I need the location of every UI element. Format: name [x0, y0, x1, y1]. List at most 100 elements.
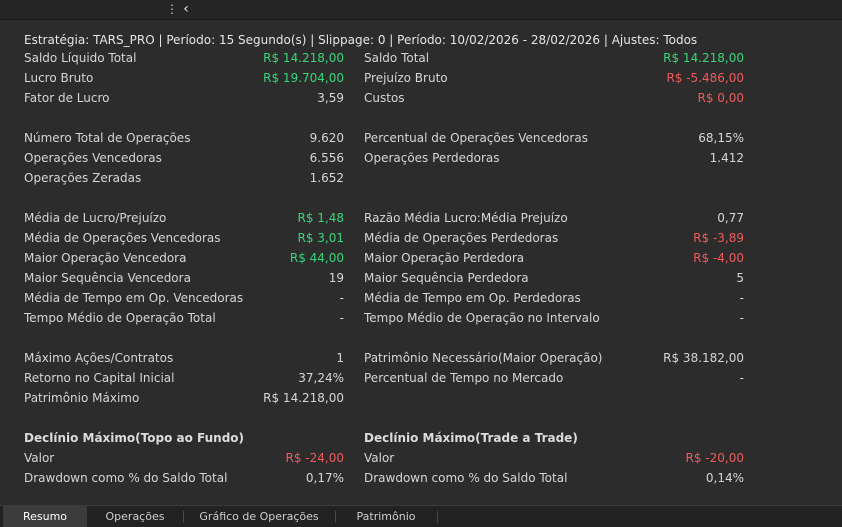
stat-value: 19: [328, 271, 344, 285]
stat-label: Operações Vencedoras: [24, 151, 162, 165]
stat-label: Drawdown como % do Saldo Total: [364, 471, 568, 485]
tab-patrimonio[interactable]: Patrimônio: [336, 506, 436, 527]
stat-value: R$ 0,00: [697, 91, 744, 105]
stat-value: -: [739, 311, 744, 325]
stat-row: Maior Sequência Vencedora 19: [24, 268, 344, 288]
stat-label: Custos: [364, 91, 405, 105]
stat-row: Maior Operação Vencedora R$ 44,00: [24, 248, 344, 268]
drawdown-trade-title: Declínio Máximo(Trade a Trade): [364, 431, 578, 445]
stat-value: 1.412: [709, 151, 744, 165]
stat-label: Percentual de Tempo no Mercado: [364, 371, 564, 385]
stat-row: Tempo Médio de Operação no Intervalo -: [364, 308, 744, 328]
stat-value: 0,14%: [705, 471, 744, 485]
stat-value: R$ 19.704,00: [263, 71, 344, 85]
stat-label: Valor: [24, 451, 55, 465]
stat-row: Drawdown como % do Saldo Total 0,14%: [364, 468, 744, 488]
stat-row: Drawdown como % do Saldo Total 0,17%: [24, 468, 344, 488]
stat-label: Média de Tempo em Op. Perdedoras: [364, 291, 581, 305]
stat-label: Valor: [364, 451, 395, 465]
stat-row: Custos R$ 0,00: [364, 88, 744, 108]
stat-row: Maior Operação Perdedora R$ -4,00: [364, 248, 744, 268]
stat-row: Lucro Bruto R$ 19.704,00: [24, 68, 344, 88]
stat-value: R$ 14.218,00: [263, 51, 344, 65]
stat-label: Média de Lucro/Prejuízo: [24, 211, 167, 225]
summary-panel: Estratégia: TARS_PRO | Período: 15 Segun…: [0, 19, 842, 505]
tab-grafico-de-operacoes[interactable]: Gráfico de Operações: [184, 506, 334, 527]
stat-label: Operações Perdedoras: [364, 151, 500, 165]
stat-row: Média de Tempo em Op. Perdedoras -: [364, 288, 744, 308]
stat-row: Média de Tempo em Op. Vencedoras -: [24, 288, 344, 308]
stat-value: 9.620: [309, 131, 344, 145]
stat-value: R$ -3,89: [693, 231, 744, 245]
stat-label: Prejuízo Bruto: [364, 71, 448, 85]
stat-label: Patrimônio Máximo: [24, 391, 140, 405]
stat-row: Tempo Médio de Operação Total -: [24, 308, 344, 328]
tab-resumo[interactable]: Resumo: [3, 506, 87, 527]
stat-label: Saldo Líquido Total: [24, 51, 137, 65]
stat-row: Valor R$ -24,00: [24, 448, 344, 468]
top-toolbar: ⋮ ‹: [0, 0, 842, 20]
stat-value: R$ 44,00: [289, 251, 344, 265]
stat-value: -: [739, 291, 744, 305]
stat-row: Média de Operações Vencedoras R$ 3,01: [24, 228, 344, 248]
strategy-header: Estratégia: TARS_PRO | Período: 15 Segun…: [24, 33, 698, 47]
stat-value: R$ -5.486,00: [666, 71, 744, 85]
stat-label: Média de Operações Perdedoras: [364, 231, 559, 245]
stat-value: R$ 14.218,00: [263, 391, 344, 405]
stat-row: Maior Sequência Perdedora 5: [364, 268, 744, 288]
stat-label: Saldo Total: [364, 51, 430, 65]
stat-value: R$ 1,48: [297, 211, 344, 225]
bottom-tab-bar: Resumo Operações Gráfico de Operações Pa…: [0, 505, 842, 527]
stat-value: R$ 14.218,00: [663, 51, 744, 65]
tab-operacoes[interactable]: Operações: [88, 506, 182, 527]
stat-label: Drawdown como % do Saldo Total: [24, 471, 228, 485]
stat-row: Fator de Lucro 3,59: [24, 88, 344, 108]
stat-label: Média de Operações Vencedoras: [24, 231, 221, 245]
stat-label: Razão Média Lucro:Média Prejuízo: [364, 211, 568, 225]
stat-value: 0,17%: [305, 471, 344, 485]
stat-label: Maior Sequência Perdedora: [364, 271, 529, 285]
drawdown-peak-title: Declínio Máximo(Topo ao Fundo): [24, 431, 245, 445]
stat-row: Razão Média Lucro:Média Prejuízo 0,77: [364, 208, 744, 228]
stat-value: R$ -4,00: [693, 251, 744, 265]
stat-label: Máximo Ações/Contratos: [24, 351, 174, 365]
stat-value: R$ 38.182,00: [663, 351, 744, 365]
stat-row: Média de Operações Perdedoras R$ -3,89: [364, 228, 744, 248]
stat-value: R$ -24,00: [285, 451, 344, 465]
stat-row: Valor R$ -20,00: [364, 448, 744, 468]
stat-row: Número Total de Operações 9.620: [24, 128, 344, 148]
stat-label: Maior Operação Perdedora: [364, 251, 525, 265]
stat-label: Retorno no Capital Inicial: [24, 371, 175, 385]
stat-row: Percentual de Tempo no Mercado -: [364, 368, 744, 388]
stat-row: Prejuízo Bruto R$ -5.486,00: [364, 68, 744, 88]
stat-label: Tempo Médio de Operação Total: [24, 311, 216, 325]
stat-label: Tempo Médio de Operação no Intervalo: [364, 311, 600, 325]
stat-row: Máximo Ações/Contratos 1: [24, 348, 344, 368]
stat-value: R$ 3,01: [297, 231, 344, 245]
more-options-icon[interactable]: ⋮: [166, 2, 178, 16]
stat-value: 1: [336, 351, 344, 365]
stat-value: 3,59: [317, 91, 344, 105]
stat-value: -: [339, 311, 344, 325]
stat-value: -: [739, 371, 744, 385]
stat-label: Média de Tempo em Op. Vencedoras: [24, 291, 244, 305]
stat-row: Operações Perdedoras 1.412: [364, 148, 744, 168]
chevron-left-icon[interactable]: ‹: [180, 1, 192, 17]
stat-value: 6.556: [309, 151, 344, 165]
tab-divider: [437, 511, 438, 523]
stat-value: 1.652: [309, 171, 344, 185]
stat-row: Retorno no Capital Inicial 37,24%: [24, 368, 344, 388]
stat-label: Número Total de Operações: [24, 131, 191, 145]
stat-row: Operações Zeradas 1.652: [24, 168, 344, 188]
stat-row: Patrimônio Máximo R$ 14.218,00: [24, 388, 344, 408]
stat-label: Fator de Lucro: [24, 91, 110, 105]
stat-row: Saldo Total R$ 14.218,00: [364, 48, 744, 68]
stat-label: Lucro Bruto: [24, 71, 94, 85]
stat-row: Média de Lucro/Prejuízo R$ 1,48: [24, 208, 344, 228]
stat-row: Patrimônio Necessário(Maior Operação) R$ …: [364, 348, 744, 368]
stat-value: R$ -20,00: [685, 451, 744, 465]
stat-label: Operações Zeradas: [24, 171, 142, 185]
stat-label: Percentual de Operações Vencedoras: [364, 131, 588, 145]
stat-row: Percentual de Operações Vencedoras 68,15%: [364, 128, 744, 148]
stat-value: 5: [736, 271, 744, 285]
